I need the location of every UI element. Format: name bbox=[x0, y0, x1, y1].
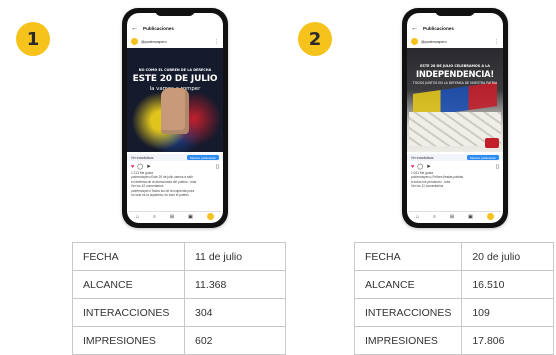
stat-label: INTERACCIONES bbox=[72, 298, 185, 327]
phone-mockup-2: ← Publicaciones @podemosperu ⋮ ESTE 28 D… bbox=[402, 8, 508, 228]
screen-header: ← Publicaciones bbox=[131, 23, 219, 33]
stat-value: 17.806 bbox=[461, 326, 554, 355]
table-row: FECHA 11 de julio bbox=[72, 242, 286, 271]
table-row: FECHA 20 de julio bbox=[353, 242, 554, 271]
promote-button[interactable]: Mostrar publicación bbox=[466, 155, 499, 160]
screen-header: ← Publicaciones bbox=[411, 23, 499, 33]
promote-button[interactable]: Mostrar publicación bbox=[186, 155, 219, 160]
stat-value: 20 de julio bbox=[461, 242, 554, 271]
add-post-icon[interactable]: ⊞ bbox=[170, 214, 174, 220]
heart-icon[interactable]: ♥ bbox=[411, 164, 414, 170]
post-stats-table-2: FECHA 20 de julio ALCANCE 16.510 INTERAC… bbox=[353, 242, 554, 355]
insights-bar: Ver estadísticas Mostrar publicación bbox=[407, 154, 503, 161]
reels-icon[interactable]: ▣ bbox=[468, 214, 473, 220]
phone-screen: ← Publicaciones @podemosperu ⋮ ESTE 28 D… bbox=[407, 13, 503, 223]
screen-title: Publicaciones bbox=[423, 25, 454, 31]
table-row: ALCANCE 11.368 bbox=[72, 270, 286, 299]
stat-label: ALCANCE bbox=[353, 270, 463, 299]
table-row: INTERACCIONES 304 bbox=[72, 298, 286, 327]
phone-notch bbox=[435, 8, 475, 16]
stat-label: IMPRESIONES bbox=[353, 326, 463, 355]
step-number-badge-1: 1 bbox=[16, 22, 50, 56]
send-icon[interactable]: ➤ bbox=[426, 164, 431, 170]
insights-bar: Ver estadísticas Mostrar publicación bbox=[127, 154, 223, 161]
image-subhead: TODOS JUNTOS EN LA DEFENSA DE NUESTRA PA… bbox=[412, 81, 498, 85]
view-insights-link[interactable]: Ver estadísticas bbox=[131, 156, 154, 160]
arrow-left-icon[interactable]: ← bbox=[131, 25, 138, 32]
image-kicker: ESTE 28 DE JULIO CELEBRAMOS A LA bbox=[420, 64, 490, 68]
table-row: IMPRESIONES 602 bbox=[72, 326, 286, 355]
stat-label: INTERACCIONES bbox=[353, 298, 463, 327]
image-kicker: NO COMO EL CUBREN DE LA DERECHA bbox=[138, 68, 212, 72]
heart-icon[interactable]: ♥ bbox=[131, 164, 134, 170]
post-actions: ♥ ◯ ➤ ▯ bbox=[411, 163, 499, 170]
view-insights-link[interactable]: Ver estadísticas bbox=[411, 156, 434, 160]
post-caption: 1.041 Me gusta podemosperu ¡Felices fies… bbox=[411, 171, 499, 189]
stat-label: FECHA bbox=[72, 242, 185, 271]
post-actions: ♥ ◯ ➤ ▯ bbox=[131, 163, 219, 170]
phone-mockup-1: ← Publicaciones @podemosperu ⋮ NO COMO E… bbox=[122, 8, 228, 228]
post-account-row: @podemosperu ⋮ bbox=[411, 37, 499, 46]
raised-fist-illustration bbox=[161, 88, 189, 134]
search-icon[interactable]: ⌕ bbox=[153, 214, 156, 220]
bottom-tab-bar: ⌂ ⌕ ⊞ ▣ bbox=[409, 211, 501, 221]
account-name[interactable]: @podemosperu bbox=[141, 40, 167, 44]
caption-line: no solo es la izquierda, es todo el pueb… bbox=[131, 192, 189, 197]
avatar[interactable] bbox=[131, 38, 138, 45]
stat-value: 304 bbox=[184, 298, 286, 327]
stat-label: FECHA bbox=[353, 242, 463, 271]
stat-value: 602 bbox=[184, 326, 286, 355]
stat-value: 109 bbox=[461, 298, 554, 327]
comment-icon[interactable]: ◯ bbox=[417, 164, 423, 170]
reels-icon[interactable]: ▣ bbox=[188, 214, 193, 220]
post-stats-table-1: FECHA 11 de julio ALCANCE 11.368 INTERAC… bbox=[72, 242, 286, 355]
search-icon[interactable]: ⌕ bbox=[433, 214, 436, 220]
account-name[interactable]: @podemosperu bbox=[421, 40, 447, 44]
stat-value: 16.510 bbox=[461, 270, 554, 299]
home-icon[interactable]: ⌂ bbox=[136, 214, 139, 220]
phone-screen: ← Publicaciones @podemosperu ⋮ NO COMO E… bbox=[127, 13, 223, 223]
phone-notch bbox=[155, 8, 195, 16]
stat-label: IMPRESIONES bbox=[72, 326, 185, 355]
more-options-icon[interactable]: ⋮ bbox=[494, 39, 499, 45]
avatar[interactable] bbox=[411, 38, 418, 45]
post-caption: 1.213 Me gusta podemosperu Este 20 de ju… bbox=[131, 171, 219, 197]
stat-label: ALCANCE bbox=[72, 270, 185, 299]
image-headline: ESTE 20 DE JULIO bbox=[132, 74, 218, 84]
stat-value: 11.368 bbox=[184, 270, 286, 299]
more-options-icon[interactable]: ⋮ bbox=[214, 39, 219, 45]
post-image[interactable]: ESTE 28 DE JULIO CELEBRAMOS A LA INDEPEN… bbox=[407, 48, 503, 152]
step-number-badge-2: 2 bbox=[298, 22, 332, 56]
add-post-icon[interactable]: ⊞ bbox=[450, 214, 454, 220]
post-image[interactable]: NO COMO EL CUBREN DE LA DERECHA ESTE 20 … bbox=[127, 48, 223, 152]
comment-icon[interactable]: ◯ bbox=[137, 164, 143, 170]
screen-title: Publicaciones bbox=[143, 25, 174, 31]
bottom-tab-bar: ⌂ ⌕ ⊞ ▣ bbox=[129, 211, 221, 221]
comments-link[interactable]: Ver los 11 comentarios bbox=[411, 184, 499, 188]
profile-avatar-icon[interactable] bbox=[206, 213, 214, 220]
bookmark-icon[interactable]: ▯ bbox=[496, 164, 499, 170]
brand-logo bbox=[485, 138, 499, 148]
table-row: ALCANCE 16.510 bbox=[353, 270, 554, 299]
bookmark-icon[interactable]: ▯ bbox=[216, 164, 219, 170]
post-account-row: @podemosperu ⋮ bbox=[131, 37, 219, 46]
image-headline: INDEPENDENCIA! bbox=[415, 69, 495, 79]
table-row: INTERACCIONES 109 bbox=[353, 298, 554, 327]
profile-avatar-icon[interactable] bbox=[486, 213, 494, 220]
send-icon[interactable]: ➤ bbox=[146, 164, 151, 170]
stat-value: 11 de julio bbox=[184, 242, 286, 271]
arrow-left-icon[interactable]: ← bbox=[411, 25, 418, 32]
table-row: IMPRESIONES 17.806 bbox=[353, 326, 554, 355]
home-icon[interactable]: ⌂ bbox=[416, 214, 419, 220]
